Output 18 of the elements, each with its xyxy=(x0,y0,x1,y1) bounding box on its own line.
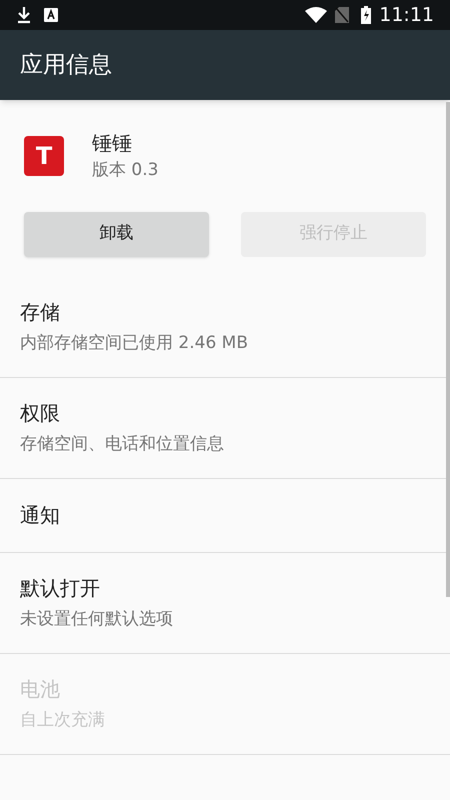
item-title: 通知 xyxy=(20,502,61,529)
battery-charging-icon xyxy=(361,6,372,24)
item-title: 存储 xyxy=(20,298,61,326)
hammer-app-icon: T xyxy=(24,136,64,176)
wifi-icon xyxy=(305,7,328,23)
item-title: 默认打开 xyxy=(20,574,101,602)
item-title: 权限 xyxy=(20,400,61,427)
app-notification-icon xyxy=(44,8,58,22)
app-name: 锤锤 xyxy=(92,130,133,157)
download-icon xyxy=(16,6,32,24)
no-sim-icon xyxy=(335,7,350,23)
item-summary: 未设置任何默认选项 xyxy=(20,608,174,631)
app-bar-title: 应用信息 xyxy=(20,50,112,80)
status-time: 11:11 xyxy=(379,2,434,28)
item-summary: 存储空间、电话和位置信息 xyxy=(20,432,225,456)
action-button[interactable]: 卸载 xyxy=(24,212,209,256)
item-summary: 内部存储空间已使用 2.46 MB xyxy=(20,332,249,355)
app-version: 版本 0.3 xyxy=(92,159,158,182)
